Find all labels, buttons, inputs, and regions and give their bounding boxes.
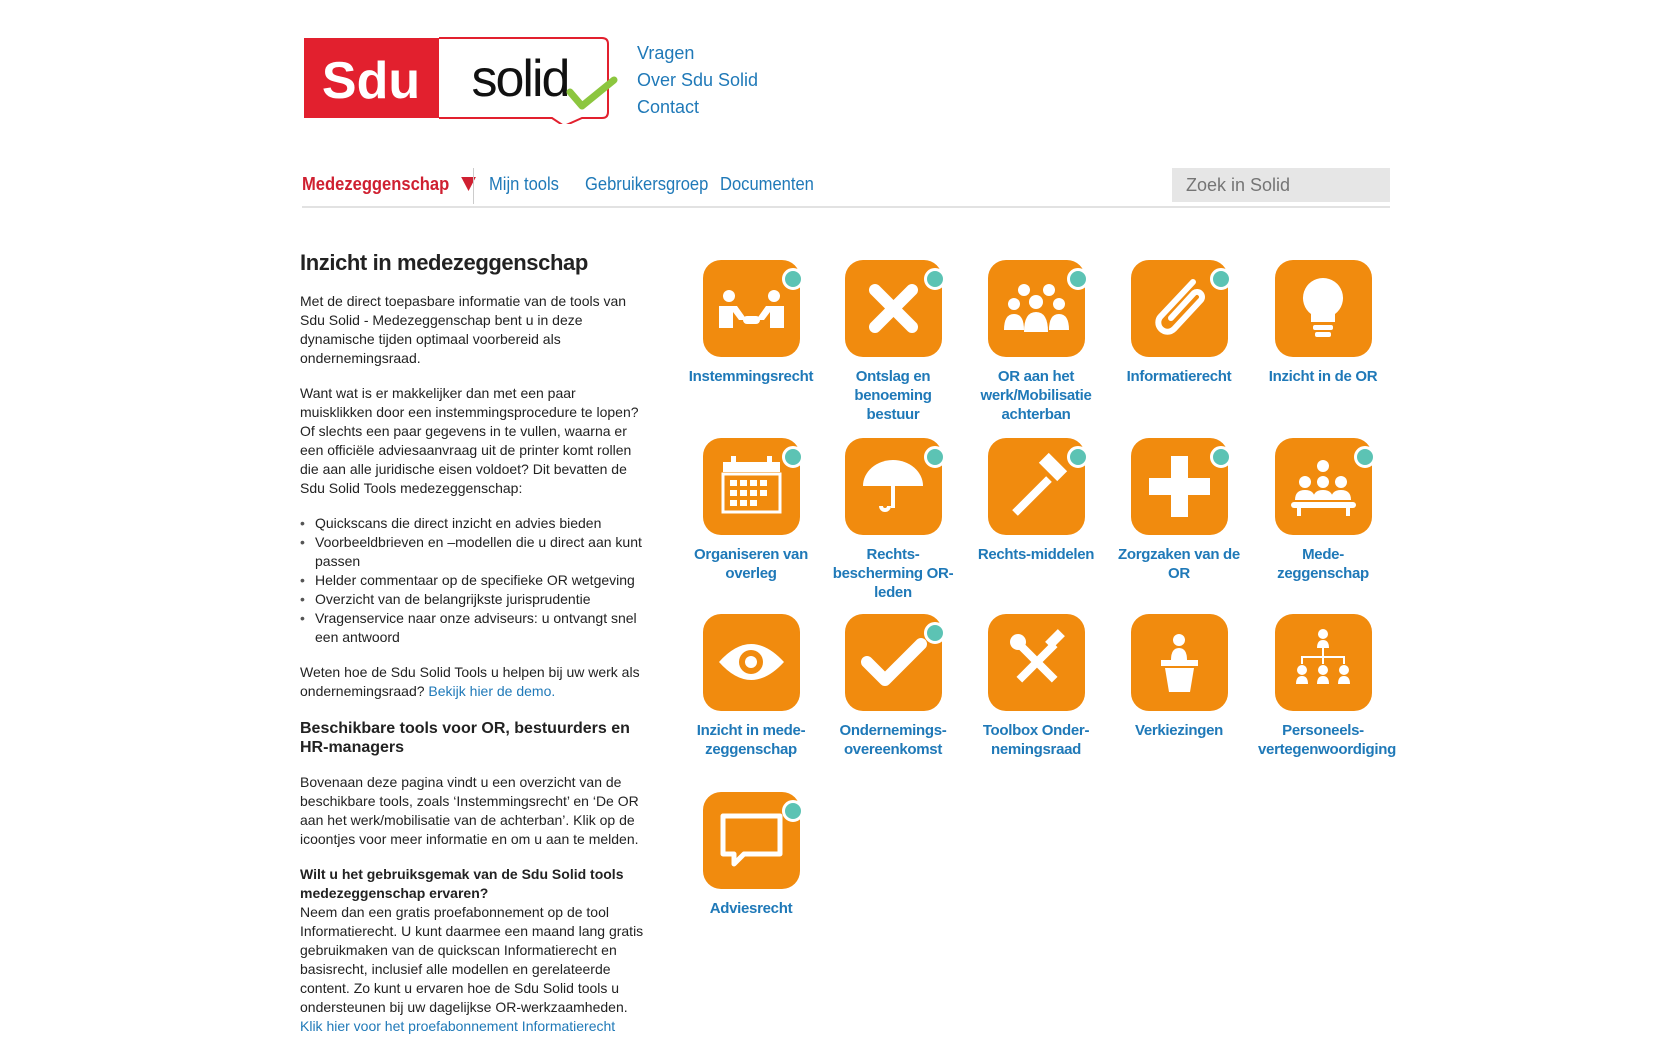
tool-icon-box xyxy=(844,614,946,711)
tool-label: Rechts-middelen xyxy=(977,546,1095,563)
tool-icon-box xyxy=(702,438,804,535)
tool-label: Instemmingsrecht xyxy=(688,368,814,385)
tool-label: Informatierecht xyxy=(1126,368,1232,385)
tool-label: Inzicht in mede-zeggenschap xyxy=(696,722,806,758)
tool-informatierecht[interactable]: Informatierecht xyxy=(1114,260,1244,386)
tool-personeelsvertegenwoordiging[interactable]: Personeels-vertegenwoordiging xyxy=(1258,614,1396,759)
status-dot xyxy=(1066,268,1089,290)
tool-label: Organiseren van overleg xyxy=(694,546,808,582)
tool-ontslag-benoeming[interactable]: Ontslag en benoeming bestuur xyxy=(828,260,958,424)
tool-ondernemingsovereenkomst[interactable]: Ondernemings-overeenkomst xyxy=(828,614,958,759)
tool-inzicht-in-de-or[interactable]: Inzicht in de OR xyxy=(1258,260,1388,386)
status-dot xyxy=(923,622,946,644)
demo-link[interactable]: Bekijk hier de demo. xyxy=(428,683,555,699)
intro-paragraph-2: Want wat is er makkelijker dan met een p… xyxy=(300,385,639,496)
tool-zorgzaken[interactable]: Zorgzaken van de OR xyxy=(1114,438,1244,583)
tool-label: Inzicht in de OR xyxy=(1268,368,1378,385)
eye-icon xyxy=(718,644,784,680)
tool-adviesrecht[interactable]: Adviesrecht xyxy=(686,792,816,918)
tool-icon-box xyxy=(702,792,804,889)
status-dot xyxy=(781,800,804,822)
tool-or-aan-het-werk[interactable]: OR aan het werk/Mobilisatie achterban xyxy=(971,260,1101,424)
nav-gebruikersgroep[interactable]: Gebruikersgroep xyxy=(585,174,708,195)
tool-label: OR aan het werk/Mobilisatie achterban xyxy=(980,368,1092,423)
demo-paragraph: Weten hoe de Sdu Solid Tools u helpen bi… xyxy=(300,664,640,699)
trial-heading: Wilt u het gebruiksgemak van de Sdu Soli… xyxy=(300,866,624,901)
nav-medezeggenschap[interactable]: Medezeggenschap xyxy=(302,174,476,195)
lightbulb-icon xyxy=(1302,278,1343,337)
intro-paragraph-1: Met de direct toepasbare informatie van … xyxy=(300,293,627,366)
tool-label: Verkiezingen xyxy=(1134,722,1224,739)
tool-icon-box xyxy=(844,260,946,357)
tool-icon-box xyxy=(1274,260,1372,357)
tool-icon-box xyxy=(1274,614,1372,711)
podium-icon xyxy=(1160,634,1198,692)
org-chart-icon xyxy=(1295,629,1350,684)
tool-rechtsmiddelen[interactable]: Rechts-middelen xyxy=(971,438,1101,564)
tool-verkiezingen[interactable]: Verkiezingen xyxy=(1114,614,1244,740)
intro-text-column: Inzicht in medezeggenschap Met de direct… xyxy=(300,250,650,1052)
tool-icon-box xyxy=(1274,438,1376,535)
tools-icon xyxy=(1009,629,1065,683)
status-dot xyxy=(781,446,804,468)
tool-label: Mede-zeggenschap xyxy=(1277,546,1369,582)
tool-label: Ondernemings-overeenkomst xyxy=(839,722,947,758)
status-dot xyxy=(923,446,946,468)
tool-organiseren-overleg[interactable]: Organiseren van overleg xyxy=(686,438,816,583)
status-dot xyxy=(1209,268,1232,290)
status-dot xyxy=(1209,446,1232,468)
tool-icon-box xyxy=(702,614,800,711)
tool-icon-box xyxy=(702,260,804,357)
tool-icon-box xyxy=(987,260,1089,357)
logo-solid-text: solid xyxy=(472,50,569,108)
trial-paragraph: Neem dan een gratis proefabonnement op d… xyxy=(300,904,644,1034)
nav-underline xyxy=(302,206,1390,208)
tool-icon-box xyxy=(1130,614,1228,711)
tool-icon-box xyxy=(1130,260,1232,357)
main-nav: Medezeggenschap Mijn tools Gebruikersgro… xyxy=(302,168,1390,208)
tool-icon-box xyxy=(987,438,1089,535)
list-item: Voorbeeldbrieven en –modellen die u dire… xyxy=(300,533,650,571)
tool-icon-box xyxy=(987,614,1085,711)
nav-mijn-tools[interactable]: Mijn tools xyxy=(489,174,559,195)
tool-instemmingsrecht[interactable]: Instemmingsrecht xyxy=(686,260,816,386)
trial-link[interactable]: Klik hier voor het proefabonnement Infor… xyxy=(300,1018,615,1034)
link-over-sdu-solid[interactable]: Over Sdu Solid xyxy=(637,67,758,94)
search-input[interactable] xyxy=(1172,168,1390,202)
tool-label: Zorgzaken van de OR xyxy=(1118,546,1240,582)
tool-label: Adviesrecht xyxy=(709,900,793,917)
tools-heading: Beschikbare tools voor OR, bestuurders e… xyxy=(300,720,630,756)
link-vragen[interactable]: Vragen xyxy=(637,40,758,67)
tool-medezeggenschap[interactable]: Mede-zeggenschap xyxy=(1258,438,1388,583)
tool-icon-box xyxy=(1130,438,1232,535)
tool-label: Personeels-vertegenwoordiging xyxy=(1258,722,1396,758)
list-item: Quickscans die direct inzicht en advies … xyxy=(300,514,650,533)
page-title: Inzicht in medezeggenschap xyxy=(300,250,588,275)
tool-rechtsbescherming[interactable]: Rechts-bescherming OR-leden xyxy=(828,438,958,602)
tool-label: Rechts-bescherming OR-leden xyxy=(832,546,954,601)
list-item: Overzicht van de belangrijkste jurisprud… xyxy=(300,590,650,609)
tools-paragraph: Bovenaan deze pagina vindt u een overzic… xyxy=(300,774,639,847)
tool-label: Ontslag en benoeming bestuur xyxy=(854,368,932,423)
status-dot xyxy=(781,268,804,290)
nav-divider xyxy=(473,168,474,204)
tool-icon-box xyxy=(844,438,946,535)
status-dot xyxy=(1353,446,1376,468)
list-item: Helder commentaar op de specifieke OR we… xyxy=(300,571,650,590)
sdu-solid-logo[interactable]: Sdu solid xyxy=(302,36,620,128)
top-links: Vragen Over Sdu Solid Contact xyxy=(637,40,758,121)
tool-label: Toolbox Onder-nemingsraad xyxy=(982,722,1090,758)
tool-toolbox-ondernemingsraad[interactable]: Toolbox Onder-nemingsraad xyxy=(971,614,1101,759)
nav-documenten[interactable]: Documenten xyxy=(720,174,814,195)
status-dot xyxy=(923,268,946,290)
list-item: Vragenservice naar onze adviseurs: u ont… xyxy=(300,609,650,647)
status-dot xyxy=(1066,446,1089,468)
logo-sdu-text: Sdu xyxy=(322,52,420,110)
link-contact[interactable]: Contact xyxy=(637,94,758,121)
tool-inzicht-in-medezeggenschap[interactable]: Inzicht in mede-zeggenschap xyxy=(686,614,816,759)
features-list: Quickscans die direct inzicht en advies … xyxy=(300,514,650,647)
